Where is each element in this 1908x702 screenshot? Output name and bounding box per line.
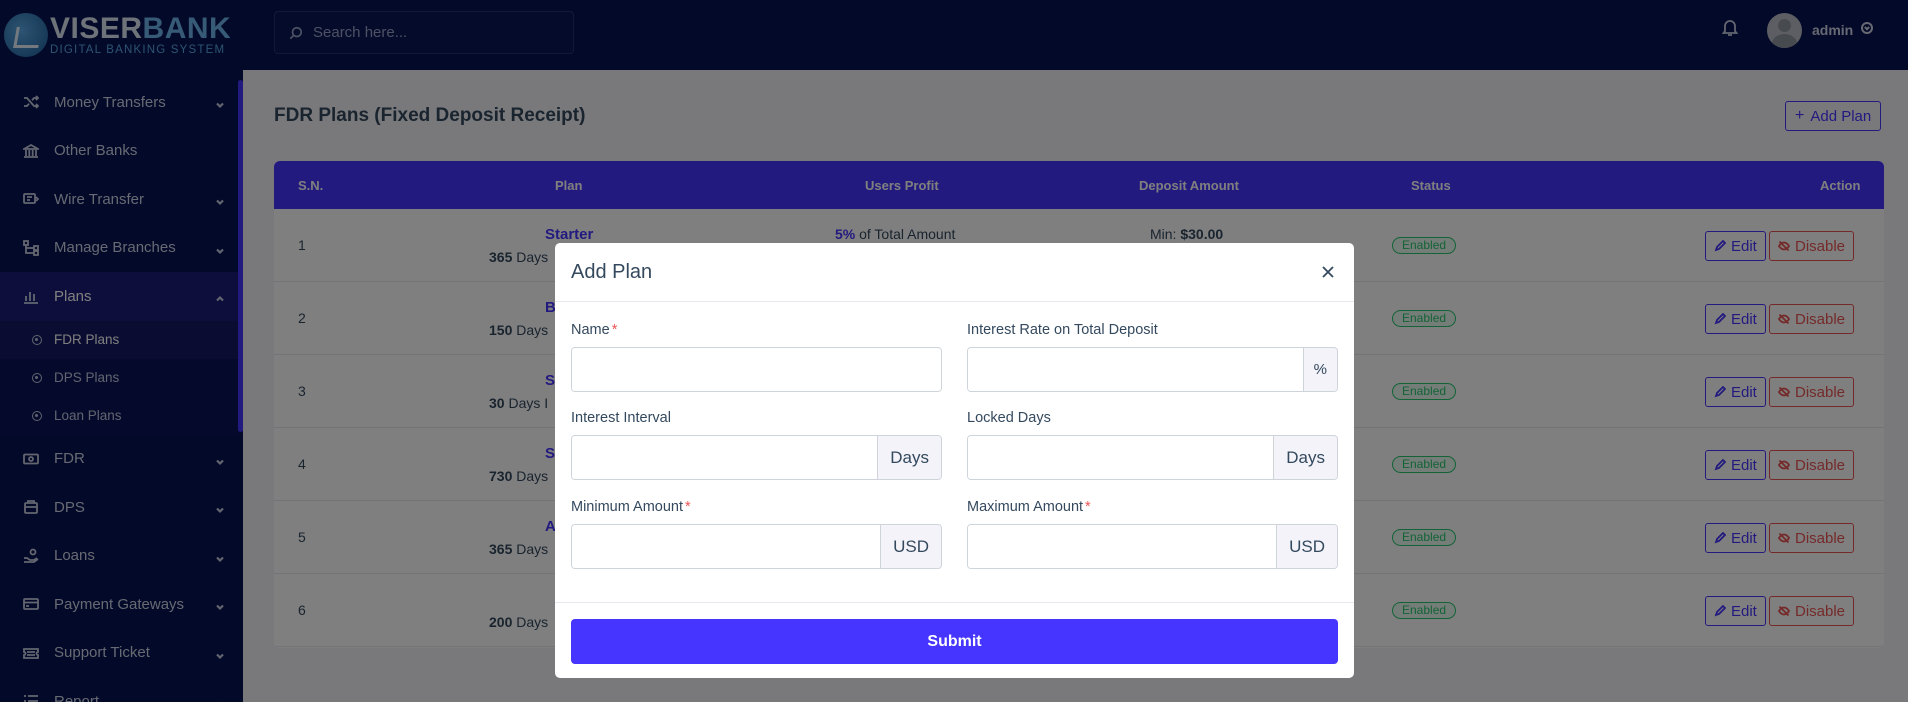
name-input[interactable] bbox=[572, 348, 941, 391]
locked-days-input[interactable] bbox=[968, 436, 1274, 479]
days-addon: Days bbox=[877, 436, 941, 479]
add-plan-modal: Add Plan Name * Interest Rate on Total De… bbox=[555, 243, 1354, 678]
modal-body: Name * Interest Rate on Total Deposit % I… bbox=[555, 302, 1354, 603]
minimum-amount-field: Minimum Amount * USD bbox=[571, 499, 942, 569]
maximum-amount-input[interactable] bbox=[968, 525, 1277, 568]
locked-days-field: Locked Days Days bbox=[967, 410, 1338, 480]
name-field: Name * bbox=[571, 322, 942, 392]
modal-header: Add Plan bbox=[555, 243, 1354, 302]
submit-button[interactable]: Submit bbox=[571, 619, 1338, 664]
minimum-amount-input[interactable] bbox=[572, 525, 881, 568]
field-label: Maximum Amount * bbox=[967, 499, 1091, 515]
interest-rate-input[interactable] bbox=[968, 348, 1303, 391]
interest-rate-field: Interest Rate on Total Deposit % bbox=[967, 322, 1338, 392]
maximum-amount-field: Maximum Amount * USD bbox=[967, 499, 1338, 569]
close-icon[interactable] bbox=[1318, 262, 1338, 282]
days-addon: Days bbox=[1273, 436, 1337, 479]
field-label: Minimum Amount * bbox=[571, 499, 691, 515]
field-label: Interest Rate on Total Deposit bbox=[967, 322, 1158, 338]
percent-addon: % bbox=[1302, 348, 1337, 391]
interest-interval-field: Interest Interval Days bbox=[571, 410, 942, 480]
interest-interval-input[interactable] bbox=[572, 436, 878, 479]
currency-addon: USD bbox=[880, 525, 941, 568]
field-label: Locked Days bbox=[967, 410, 1051, 426]
modal-title: Add Plan bbox=[571, 260, 653, 283]
field-label: Name * bbox=[571, 322, 618, 338]
field-label: Interest Interval bbox=[571, 410, 671, 426]
modal-footer: Submit bbox=[555, 603, 1354, 680]
currency-addon: USD bbox=[1276, 525, 1337, 568]
